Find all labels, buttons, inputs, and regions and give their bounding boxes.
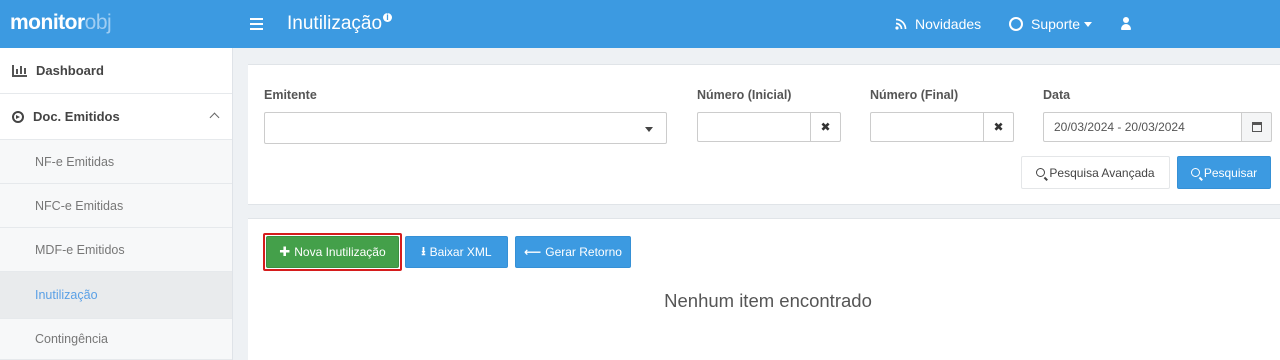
sidebar-item-nfe[interactable]: NF-e Emitidas [0, 140, 232, 184]
filter-panel: Emitente Número (Inicial) ✖ Número (Fina… [248, 64, 1280, 205]
emitente-select[interactable] [264, 112, 667, 144]
numero-inicial-group: ✖ [697, 112, 841, 142]
bar-chart-icon [12, 64, 27, 77]
empty-state-message: Nenhum item encontrado [664, 290, 872, 311]
numero-final-input[interactable] [870, 112, 984, 142]
top-navbar: monitorobj Inutilização i Novidades Supor… [0, 0, 1280, 48]
zoom-in-icon [1036, 168, 1046, 177]
sidebar-item-inutilizacao[interactable]: Inutilização [0, 272, 232, 319]
search-icon [1190, 168, 1200, 177]
nav-support[interactable]: Suporte [1009, 16, 1093, 32]
user-icon[interactable] [1121, 17, 1131, 30]
numero-final-group: ✖ [870, 112, 1014, 142]
sidebar-item-nfce[interactable]: NFC-e Emitidas [0, 184, 232, 228]
sidebar-item-label: Doc. Emitidos [33, 109, 120, 124]
date-range-input[interactable]: 20/03/2024 - 20/03/2024 [1043, 112, 1242, 142]
numero-inicial-label: Número (Inicial) [697, 88, 792, 102]
advanced-search-button[interactable]: Pesquisa Avançada [1021, 156, 1170, 189]
generate-return-button[interactable]: ⟵ Gerar Retorno [515, 236, 631, 268]
sidebar-item-mdfe[interactable]: MDF-e Emitidos [0, 228, 232, 272]
sidebar-item-dashboard[interactable]: Dashboard [0, 48, 232, 94]
search-button[interactable]: Pesquisar [1177, 156, 1271, 189]
results-panel [248, 218, 1280, 360]
nav-news-label: Novidades [915, 16, 982, 32]
nav-support-label: Suporte [1031, 16, 1081, 32]
highlight-box [263, 233, 402, 271]
page-title: Inutilização i [287, 13, 393, 35]
sidebar-item-doc-emitidos[interactable]: Doc. Emitidos [0, 94, 232, 140]
dropdown-arrow-icon [645, 127, 653, 132]
arrow-left-icon: ⟵ [524, 245, 542, 259]
numero-final-label: Número (Final) [870, 88, 959, 102]
lifebuoy-icon [1009, 17, 1023, 31]
nav-news[interactable]: Novidades [895, 16, 981, 32]
calendar-icon [1251, 122, 1262, 132]
sidebar-item-label: Dashboard [36, 63, 104, 78]
clear-numero-final-button[interactable]: ✖ [984, 112, 1014, 142]
date-range-group: 20/03/2024 - 20/03/2024 [1043, 112, 1272, 142]
app-logo[interactable]: monitorobj [10, 11, 112, 35]
clear-numero-inicial-button[interactable]: ✖ [811, 112, 841, 142]
info-icon[interactable]: i [383, 13, 393, 22]
download-xml-button[interactable]: ⭳ Baixar XML [405, 236, 508, 268]
data-label: Data [1043, 88, 1071, 102]
chevron-down-icon [1084, 21, 1093, 27]
emitente-label: Emitente [264, 88, 317, 102]
calendar-button[interactable] [1242, 112, 1272, 142]
rss-icon [895, 18, 907, 30]
sidebar: Dashboard Doc. Emitidos NF-e Emitidas NF… [0, 48, 233, 360]
chevron-up-icon[interactable] [209, 112, 220, 123]
download-icon: ⭳ [421, 243, 426, 258]
sidebar-item-contingencia[interactable]: Contingência [0, 319, 232, 360]
menu-toggle-icon[interactable] [250, 14, 264, 32]
numero-inicial-input[interactable] [697, 112, 811, 142]
arrow-circle-right-icon [12, 110, 24, 123]
